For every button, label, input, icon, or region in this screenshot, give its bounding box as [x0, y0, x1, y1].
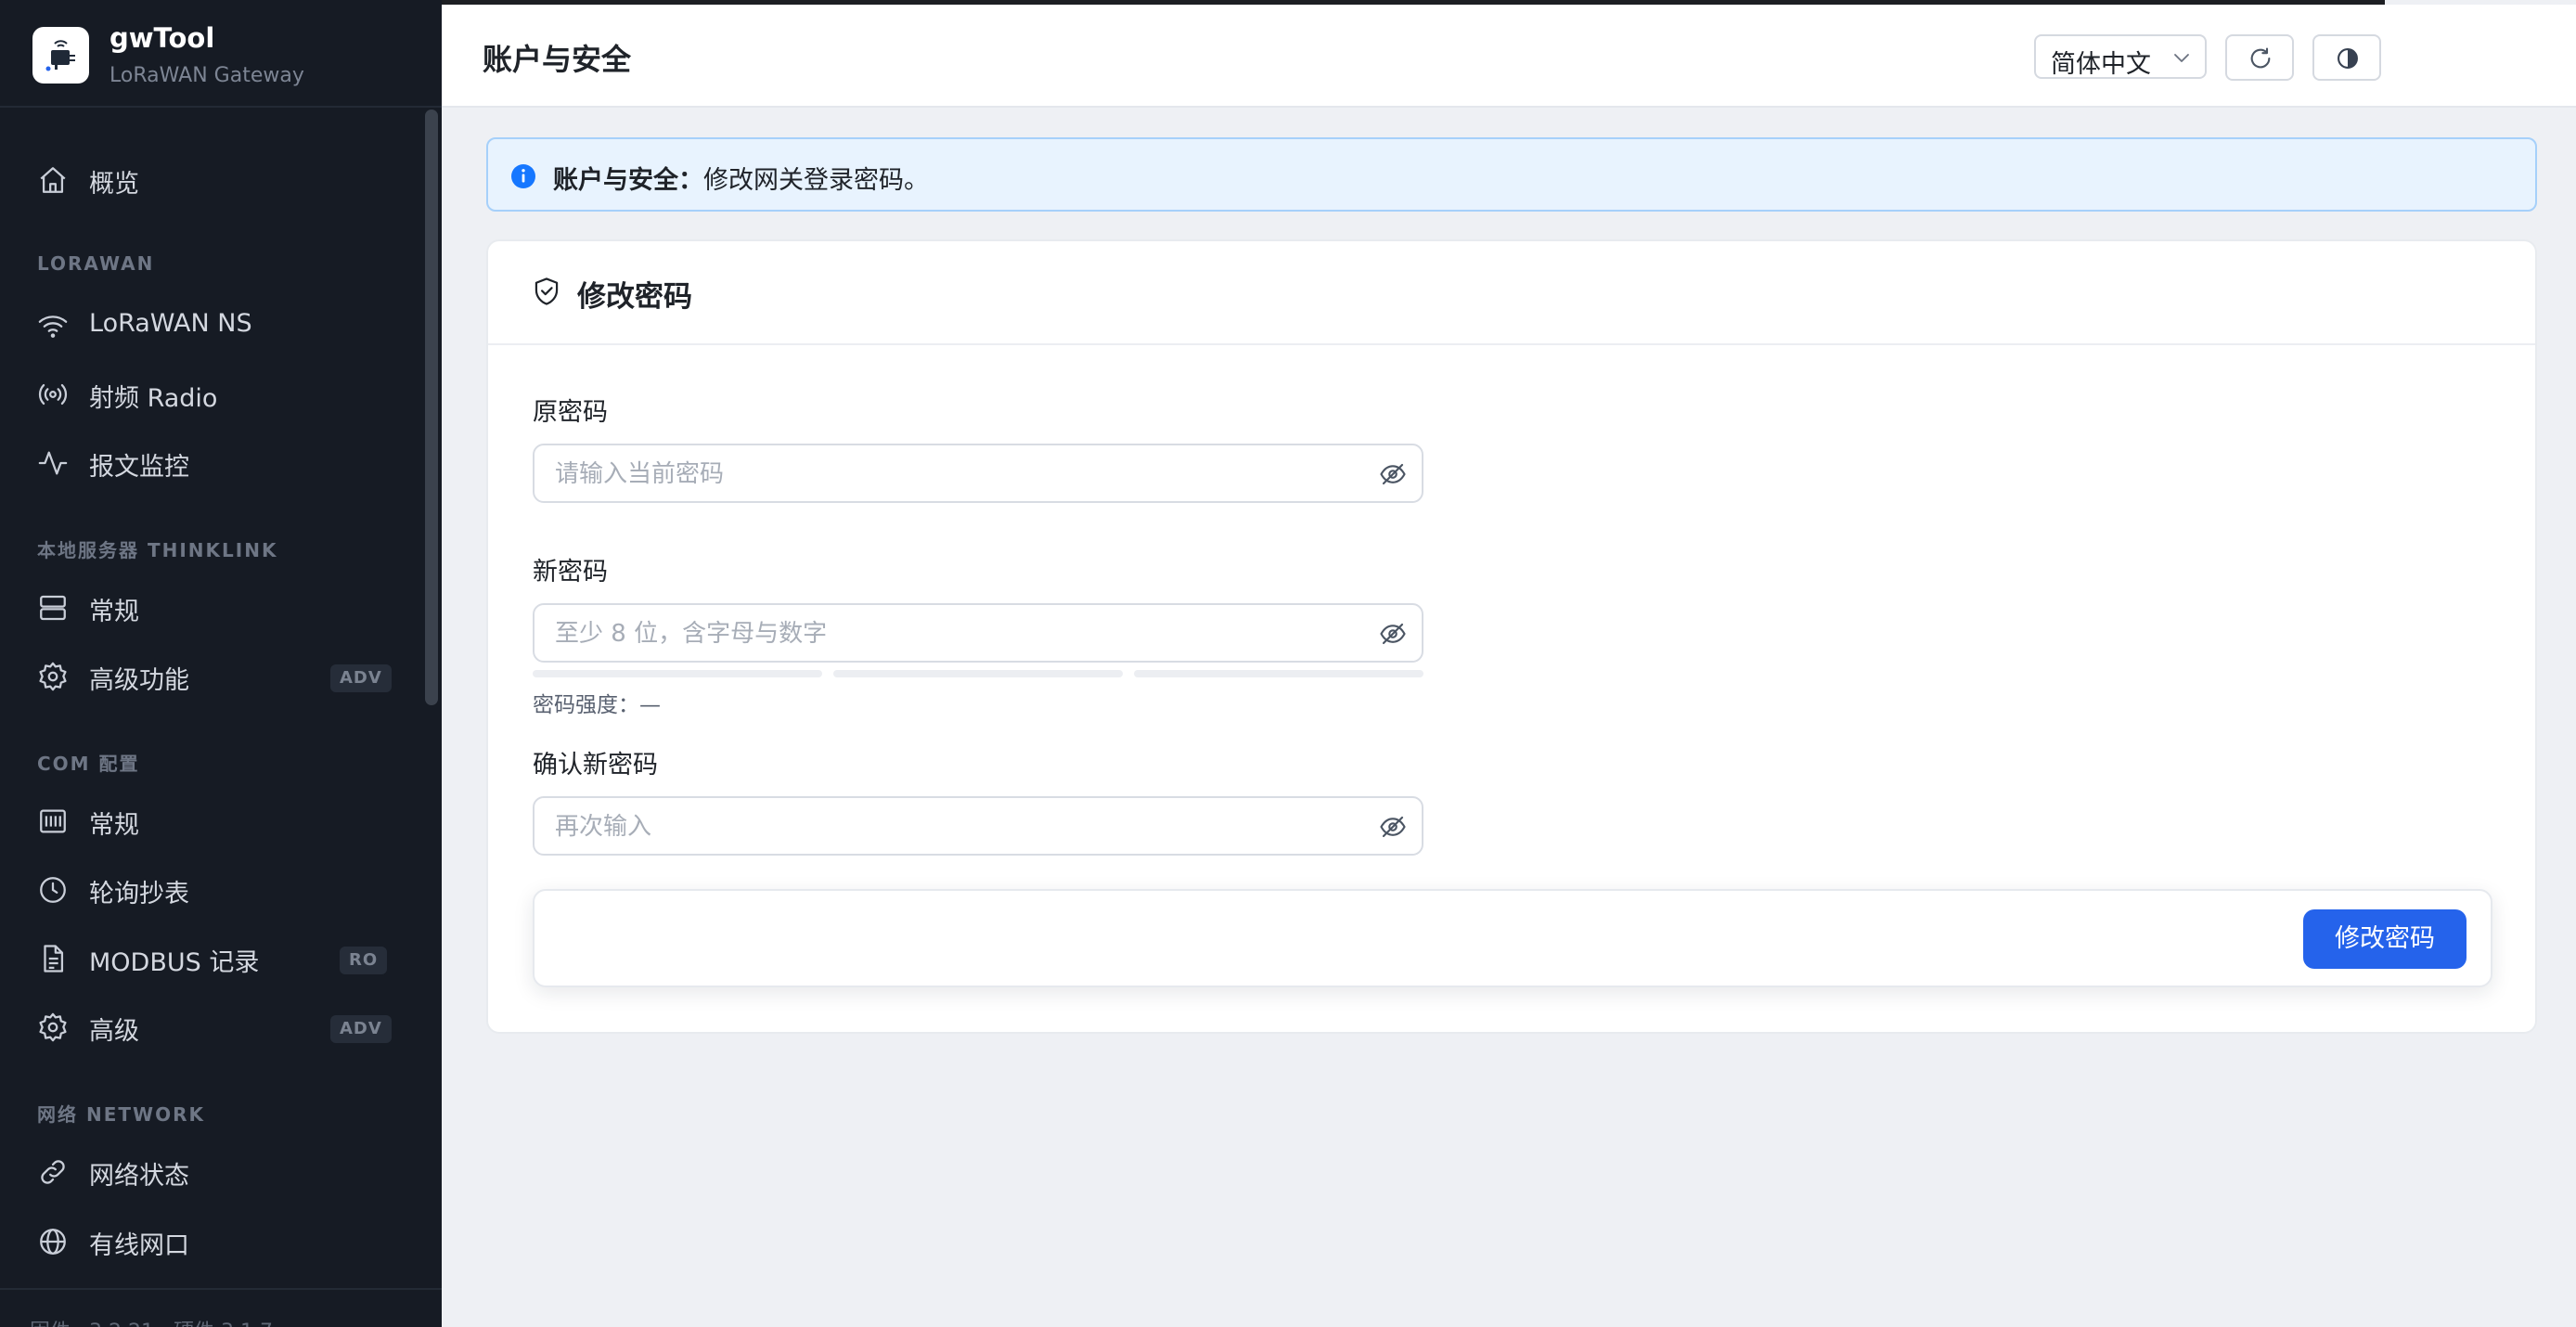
sidebar-item-label: 有线网口	[89, 1231, 189, 1260]
sidebar-item-radio[interactable]: 射频 Radio	[0, 364, 419, 423]
shield-check-icon	[533, 277, 560, 310]
language-value: 简体中文	[2051, 50, 2151, 79]
header: 账户与安全 简体中文	[442, 5, 2576, 108]
password-strength-label: 密码强度：—	[533, 693, 661, 717]
wifi-icon	[37, 310, 69, 341]
refresh-button[interactable]	[2225, 34, 2294, 81]
new-password-label: 新密码	[533, 558, 608, 586]
eye-off-icon[interactable]	[1379, 620, 1409, 648]
card-title: 修改密码	[577, 280, 692, 314]
page-title: 账户与安全	[483, 42, 632, 77]
old-password-input[interactable]	[555, 457, 1353, 492]
change-password-button[interactable]: 修改密码	[2303, 909, 2467, 969]
info-icon	[510, 163, 536, 189]
eye-off-icon[interactable]	[1379, 813, 1409, 841]
form-action-bar: 修改密码	[533, 889, 2492, 987]
section-label-lorawan: LORAWAN	[37, 252, 155, 275]
activity-icon	[37, 447, 69, 479]
globe-icon	[37, 1226, 69, 1257]
section-label-thinklink: 本地服务器 THINKLINK	[37, 539, 278, 561]
section-label-network: 网络 NETWORK	[37, 1103, 205, 1126]
sidebar-item-label: 概览	[89, 170, 139, 199]
sidebar-item-packet-monitor[interactable]: 报文监控	[0, 432, 419, 492]
strength-segment-2	[833, 670, 1123, 677]
section-label-com: COM 配置	[37, 753, 140, 775]
gear-icon	[37, 1011, 69, 1043]
new-password-field[interactable]	[533, 603, 1423, 663]
confirm-password-label: 确认新密码	[533, 751, 658, 779]
ro-badge: RO	[340, 947, 388, 974]
app-subtitle: LoRaWAN Gateway	[109, 64, 304, 87]
sidebar: gwTool LoRaWAN Gateway 概览 LORAWAN LoRaWA…	[0, 0, 442, 1327]
alert-title: 账户与安全：	[553, 166, 703, 195]
theme-toggle-button[interactable]	[2312, 34, 2381, 81]
brand: gwTool LoRaWAN Gateway	[0, 0, 442, 108]
sidebar-item-overview[interactable]: 概览	[0, 149, 419, 209]
version-text: 固件 v3.2.21 · 硬件 3.1.7	[30, 1315, 273, 1327]
ports-icon	[37, 805, 69, 837]
new-password-input[interactable]	[555, 616, 1353, 651]
sidebar-item-thinklink-advanced[interactable]: 高级功能 ADV	[0, 646, 419, 705]
sidebar-item-thinklink-general[interactable]: 常规	[0, 577, 419, 637]
sidebar-item-com-modbus[interactable]: MODBUS 记录 RO	[0, 928, 419, 987]
clock-icon	[37, 874, 69, 906]
home-icon	[37, 164, 69, 196]
sidebar-item-label: 常规	[89, 598, 139, 626]
sidebar-item-label: 高级	[89, 1017, 139, 1046]
radio-icon	[37, 379, 69, 410]
adv-badge: ADV	[330, 664, 392, 692]
gear-icon	[37, 661, 69, 692]
sidebar-item-label: 报文监控	[89, 453, 189, 482]
confirm-password-input[interactable]	[555, 809, 1353, 844]
sidebar-item-label: 常规	[89, 811, 139, 840]
change-password-card: 修改密码 原密码 新密码 密码强度：— 确认新密码 修改密码	[486, 239, 2537, 1034]
card-header: 修改密码	[488, 241, 2535, 345]
strength-segment-1	[533, 670, 822, 677]
info-alert: 账户与安全： 修改网关登录密码。	[486, 137, 2537, 212]
app-logo-icon	[32, 27, 89, 84]
language-select[interactable]: 简体中文	[2034, 34, 2207, 79]
sidebar-item-com-advanced[interactable]: 高级 ADV	[0, 997, 419, 1056]
sidebar-item-label: MODBUS 记录	[89, 948, 260, 977]
chevron-down-icon	[2171, 47, 2192, 71]
server-icon	[37, 592, 69, 624]
strength-segment-3	[1134, 670, 1423, 677]
confirm-password-field[interactable]	[533, 796, 1423, 856]
old-password-label: 原密码	[533, 398, 608, 427]
sidebar-item-label: 高级功能	[89, 666, 189, 695]
sidebar-item-label: 轮询抄表	[89, 880, 189, 908]
file-icon	[37, 943, 69, 974]
alert-text: 修改网关登录密码。	[703, 166, 929, 195]
link-icon	[37, 1156, 69, 1188]
adv-badge: ADV	[330, 1015, 392, 1043]
eye-off-icon[interactable]	[1379, 460, 1409, 488]
sidebar-item-label: LoRaWAN NS	[89, 309, 252, 338]
sidebar-item-label: 射频 Radio	[89, 384, 218, 413]
sidebar-item-net-wired[interactable]: 有线网口	[0, 1211, 419, 1270]
sidebar-item-com-general[interactable]: 常规	[0, 791, 419, 850]
app-name: gwTool	[109, 22, 215, 54]
sidebar-item-label: 网络状态	[89, 1162, 189, 1191]
old-password-field[interactable]	[533, 444, 1423, 503]
sidebar-scrollbar[interactable]	[425, 110, 438, 705]
sidebar-item-com-poll[interactable]: 轮询抄表	[0, 859, 419, 919]
sidebar-item-lorawan-ns[interactable]: LoRaWAN NS	[0, 295, 419, 354]
sidebar-footer: 固件 v3.2.21 · 硬件 3.1.7	[0, 1288, 442, 1327]
sidebar-item-net-status[interactable]: 网络状态	[0, 1141, 419, 1201]
